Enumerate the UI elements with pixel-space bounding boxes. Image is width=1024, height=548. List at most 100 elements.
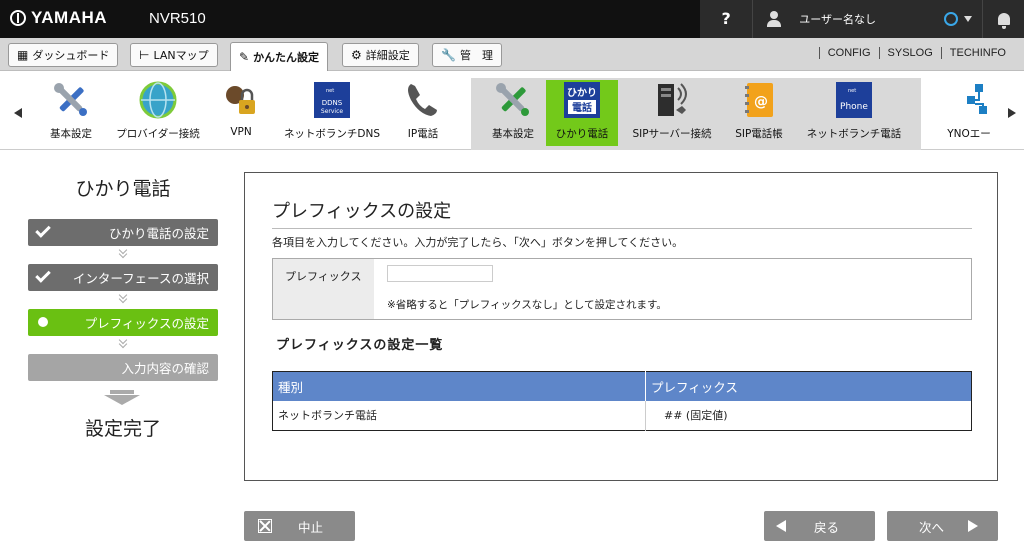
prefix-field-label: プレフィックス: [273, 259, 374, 319]
tab-label: ダッシュボード: [32, 49, 110, 62]
top-links: CONFIG SYSLOG TECHINFO: [818, 47, 1014, 59]
wizard-title: ひかり電話: [75, 178, 171, 200]
svg-text:@: @: [754, 94, 768, 110]
user-name: ユーザー名なし: [799, 13, 877, 26]
chevron-down-icon: [964, 16, 973, 22]
step-interface-select: インターフェースの選択: [28, 264, 218, 291]
triangle-right-icon: [968, 520, 979, 532]
tab-advanced-settings[interactable]: ⚙ 詳細設定: [342, 43, 419, 67]
chevron-down-icon: [118, 293, 128, 303]
feature-label: SIP電話帳: [735, 128, 783, 140]
step-label: インターフェースの選択: [72, 271, 209, 286]
top-header: YAMAHA NVR510 ? ユーザー名なし: [0, 0, 1024, 38]
feature-provider[interactable]: プロバイダー接続: [112, 80, 204, 146]
feature-label: IP電話: [407, 128, 439, 140]
tab-easy-setup[interactable]: ✎ かんたん設定: [230, 42, 329, 71]
feature-label: プロバイダー接続: [116, 128, 200, 140]
feature-phone-basic-settings[interactable]: 基本設定: [486, 80, 540, 146]
feature-vpn[interactable]: VPN: [218, 80, 264, 146]
svg-text:net: net: [326, 88, 334, 94]
feature-label: VPN: [230, 126, 252, 138]
feature-label: ネットボランチDNS: [283, 128, 381, 140]
badge-top-text: ひかり: [567, 87, 597, 99]
user-menu[interactable]: ユーザー名なし: [753, 0, 944, 38]
tab-label: LANマップ: [153, 49, 209, 62]
feature-label: YNOエー: [947, 128, 991, 140]
table-cell-type: ネットボランチ電話: [278, 409, 377, 423]
status-dropdown[interactable]: [944, 12, 982, 26]
feature-netvolante-phone[interactable]: net Phone ネットボランチ電話: [802, 80, 906, 146]
hikari-denwa-icon: ひかり 電話: [562, 80, 602, 120]
badge-text: Phone: [840, 102, 868, 112]
chevron-down-icon: [118, 338, 128, 348]
back-label: 戻る: [814, 519, 840, 535]
config-link[interactable]: CONFIG: [818, 47, 879, 59]
feature-label: 基本設定: [492, 128, 534, 140]
yamaha-logo[interactable]: YAMAHA: [10, 8, 107, 28]
notification-button[interactable]: [982, 0, 1024, 38]
header-tools: ? ユーザー名なし: [700, 0, 1024, 38]
wrench-icon: 🔧: [441, 48, 456, 62]
bell-icon: [997, 13, 1010, 29]
syslog-link[interactable]: SYSLOG: [878, 47, 941, 59]
netvolante-phone-icon: net Phone: [834, 80, 874, 120]
close-box-icon: [258, 519, 272, 533]
tab-lan-map[interactable]: ⊢ LANマップ: [130, 43, 218, 67]
feature-label: 基本設定: [50, 128, 92, 140]
step-prefix-settings: プレフィックスの設定: [28, 309, 218, 336]
wizard-complete-label: 設定完了: [84, 418, 161, 440]
step-confirm: 入力内容の確認: [28, 354, 218, 381]
tools-icon: [493, 80, 533, 120]
feature-netvolante-dns[interactable]: DDNS Service net ネットボランチDNS: [280, 80, 384, 146]
lan-map-icon: ⊢: [139, 48, 150, 62]
back-button[interactable]: 戻る: [764, 511, 875, 541]
yno-icon: [949, 80, 989, 120]
feature-yno[interactable]: YNOエー: [936, 80, 1002, 146]
table-cell-prefix: ## (固定値): [645, 400, 972, 431]
column-header-type: 種別: [272, 371, 646, 401]
scroll-right-icon[interactable]: [1008, 108, 1016, 118]
phone-handset-icon: [403, 80, 443, 120]
prefix-input[interactable]: [387, 265, 493, 282]
yamaha-logo-icon: [10, 10, 26, 26]
feature-hikari-denwa[interactable]: ひかり 電話 ひかり電話: [546, 80, 618, 146]
step-label: プレフィックスの設定: [84, 316, 209, 331]
vpn-lock-icon: [221, 80, 261, 120]
next-label: 次へ: [919, 519, 945, 535]
check-icon: [35, 222, 51, 238]
user-icon: [767, 11, 782, 27]
logo-text: YAMAHA: [31, 8, 108, 27]
tab-dashboard[interactable]: ▦ ダッシュボード: [8, 43, 119, 67]
wizard-icon: ✎: [239, 50, 250, 64]
prefix-note: ※省略すると「プレフィックスなし」として設定されます。: [387, 299, 667, 311]
gear-icon: ⚙: [351, 48, 362, 62]
arrow-down-icon: [104, 390, 140, 405]
scroll-left-icon[interactable]: [14, 108, 22, 118]
status-ring-icon: [944, 12, 959, 26]
feature-label: ひかり電話: [555, 128, 609, 140]
svg-text:Service: Service: [321, 108, 343, 115]
feature-label: ネットボランチ電話: [806, 128, 902, 140]
feature-basic-settings[interactable]: 基本設定: [44, 80, 98, 146]
next-button[interactable]: 次へ: [887, 511, 998, 541]
cancel-button[interactable]: 中止: [244, 511, 355, 541]
ddns-icon: DDNS Service net: [312, 80, 352, 120]
feature-sip-server[interactable]: SIPサーバー接続: [628, 80, 716, 146]
tab-management[interactable]: 🔧 管 理: [432, 43, 502, 67]
feature-ip-phone[interactable]: IP電話: [400, 80, 446, 146]
help-button[interactable]: ?: [700, 0, 754, 38]
feature-label: SIPサーバー接続: [632, 128, 712, 140]
page-title: プレフィックスの設定: [272, 197, 972, 229]
feature-sip-phonebook[interactable]: @ SIP電話帳: [730, 80, 788, 146]
badge-bottom-text: 電話: [572, 101, 592, 114]
svg-text:net: net: [848, 88, 856, 94]
step-label: 入力内容の確認: [121, 361, 209, 376]
feature-strip: 基本設定 プロバイダー接続 VPN DDNS Service net ネットボランチ…: [0, 72, 1024, 150]
cancel-label: 中止: [298, 519, 324, 535]
check-icon: [35, 267, 51, 283]
techinfo-link[interactable]: TECHINFO: [940, 47, 1014, 59]
prefix-form: プレフィックス ※省略すると「プレフィックスなし」として設定されます。: [272, 258, 972, 320]
column-header-prefix: プレフィックス: [645, 371, 972, 401]
globe-icon: [138, 80, 178, 120]
main-tab-bar: ▦ ダッシュボード ⊢ LANマップ ✎ かんたん設定 ⚙ 詳細設定 🔧 管 理…: [0, 38, 1024, 71]
